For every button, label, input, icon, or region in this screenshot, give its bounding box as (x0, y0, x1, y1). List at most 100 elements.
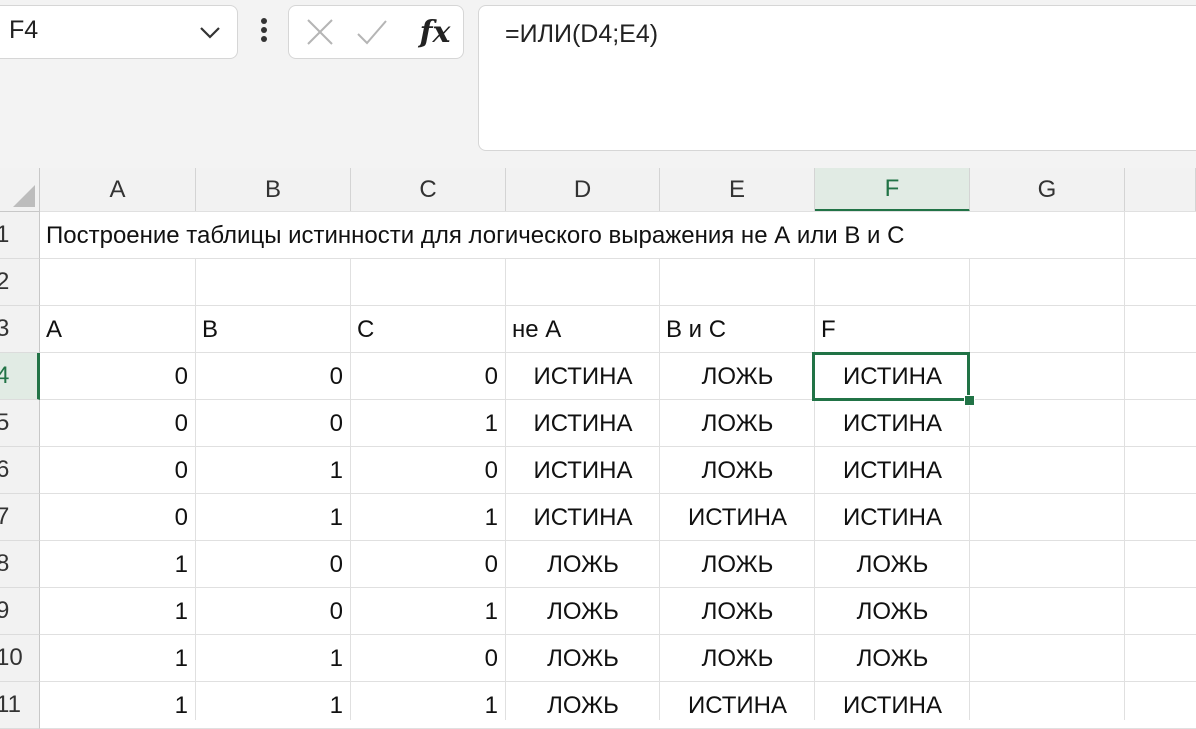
gridline-vertical (1124, 212, 1125, 720)
cell-a10[interactable]: 1 (40, 635, 196, 682)
column-header-h[interactable] (1125, 168, 1196, 212)
column-header-e[interactable]: E (660, 168, 815, 212)
column-header-c[interactable]: C (351, 168, 506, 212)
cell-c5[interactable]: 1 (351, 400, 506, 447)
x-icon[interactable] (303, 15, 337, 49)
cell-a1-title[interactable]: Построение таблицы истинности для логиче… (40, 212, 904, 259)
row-header-1[interactable]: 1 (0, 212, 40, 259)
select-all-icon (13, 185, 35, 207)
row-header-label: 9 (0, 597, 10, 624)
cell-b9[interactable]: 0 (196, 588, 351, 635)
cell-d3-header[interactable]: не A (506, 306, 660, 353)
row-header-9[interactable]: 9 (0, 588, 40, 635)
row-header-label: 3 (0, 315, 10, 342)
cell-f6[interactable]: ИСТИНА (815, 447, 970, 494)
cell-f10[interactable]: ЛОЖЬ (815, 635, 970, 682)
cell-f8[interactable]: ЛОЖЬ (815, 541, 970, 588)
row-header-label: 8 (0, 550, 10, 577)
fill-handle[interactable] (964, 395, 975, 406)
row-header-label: 7 (0, 503, 10, 530)
cell-a8[interactable]: 1 (40, 541, 196, 588)
check-icon[interactable] (355, 15, 389, 49)
cell-a3-header[interactable]: A (40, 306, 196, 353)
cell-a11[interactable]: 1 (40, 682, 196, 729)
row-header-4[interactable]: 4 (0, 353, 40, 400)
name-box[interactable]: F4 (0, 5, 238, 59)
cell-b11[interactable]: 1 (196, 682, 351, 729)
column-header-b[interactable]: B (196, 168, 351, 212)
cell-f3-header[interactable]: F (815, 306, 970, 353)
formula-input[interactable]: =ИЛИ(D4;E4) (478, 5, 1196, 151)
name-box-value: F4 (9, 16, 39, 44)
row-header-label: 10 (0, 644, 23, 671)
cell-d10[interactable]: ЛОЖЬ (506, 635, 660, 682)
cell-f5[interactable]: ИСТИНА (815, 400, 970, 447)
row-header-11[interactable]: 11 (0, 682, 40, 729)
cell-d8[interactable]: ЛОЖЬ (506, 541, 660, 588)
cell-c3-header[interactable]: C (351, 306, 506, 353)
cell-c4[interactable]: 0 (351, 353, 506, 400)
cell-a6[interactable]: 0 (40, 447, 196, 494)
cell-b10[interactable]: 1 (196, 635, 351, 682)
formula-bar-area: F4 fx =ИЛИ(D4;E4) (0, 0, 1196, 168)
cell-c9[interactable]: 1 (351, 588, 506, 635)
insert-function-button[interactable]: fx (413, 10, 457, 54)
cell-b8[interactable]: 0 (196, 541, 351, 588)
cell-b7[interactable]: 1 (196, 494, 351, 541)
cell-b6[interactable]: 1 (196, 447, 351, 494)
cell-d6[interactable]: ИСТИНА (506, 447, 660, 494)
cell-c7[interactable]: 1 (351, 494, 506, 541)
row-header-2[interactable]: 2 (0, 259, 40, 306)
cell-e8[interactable]: ЛОЖЬ (660, 541, 815, 588)
row-header-label: 1 (0, 221, 10, 248)
row-header-label: 5 (0, 409, 10, 436)
cell-e11[interactable]: ИСТИНА (660, 682, 815, 729)
formula-text: =ИЛИ(D4;E4) (505, 20, 659, 48)
row-header-3[interactable]: 3 (0, 306, 40, 353)
column-header-a[interactable]: A (40, 168, 196, 212)
column-header-f[interactable]: F (815, 168, 970, 212)
row-header-10[interactable]: 10 (0, 635, 40, 682)
cell-d7[interactable]: ИСТИНА (506, 494, 660, 541)
cell-e7[interactable]: ИСТИНА (660, 494, 815, 541)
cell-b3-header[interactable]: B (196, 306, 351, 353)
row-header-label: 6 (0, 456, 10, 483)
cell-c8[interactable]: 0 (351, 541, 506, 588)
cell-e9[interactable]: ЛОЖЬ (660, 588, 815, 635)
row-header-6[interactable]: 6 (0, 447, 40, 494)
row-header-7[interactable]: 7 (0, 494, 40, 541)
cell-e4[interactable]: ЛОЖЬ (660, 353, 815, 400)
cell-f9[interactable]: ЛОЖЬ (815, 588, 970, 635)
spreadsheet-grid[interactable]: A B C D E F G 1 2 3 4 5 6 7 8 9 10 11 Построение т… (0, 168, 1196, 729)
chevron-down-icon[interactable] (193, 16, 227, 50)
row-header-label: 4 (0, 362, 10, 389)
formula-actions: fx (288, 5, 464, 59)
cell-b4[interactable]: 0 (196, 353, 351, 400)
cell-c10[interactable]: 0 (351, 635, 506, 682)
cell-d11[interactable]: ЛОЖЬ (506, 682, 660, 729)
cell-a9[interactable]: 1 (40, 588, 196, 635)
cell-c6[interactable]: 0 (351, 447, 506, 494)
cell-d4[interactable]: ИСТИНА (506, 353, 660, 400)
cell-c11[interactable]: 1 (351, 682, 506, 729)
cell-f11[interactable]: ИСТИНА (815, 682, 970, 729)
column-header-g[interactable]: G (970, 168, 1125, 212)
cell-b5[interactable]: 0 (196, 400, 351, 447)
cell-e6[interactable]: ЛОЖЬ (660, 447, 815, 494)
row-header-8[interactable]: 8 (0, 541, 40, 588)
cell-a5[interactable]: 0 (40, 400, 196, 447)
cell-d9[interactable]: ЛОЖЬ (506, 588, 660, 635)
cell-e3-header[interactable]: B и C (660, 306, 815, 353)
active-cell-selection (812, 352, 970, 401)
cell-d5[interactable]: ИСТИНА (506, 400, 660, 447)
cell-a7[interactable]: 0 (40, 494, 196, 541)
cell-e5[interactable]: ЛОЖЬ (660, 400, 815, 447)
more-options-icon[interactable] (250, 10, 278, 50)
select-all-button[interactable] (0, 168, 40, 212)
cell-a4[interactable]: 0 (40, 353, 196, 400)
column-header-d[interactable]: D (506, 168, 660, 212)
row-header-label: 2 (0, 268, 10, 295)
row-header-5[interactable]: 5 (0, 400, 40, 447)
cell-f7[interactable]: ИСТИНА (815, 494, 970, 541)
cell-e10[interactable]: ЛОЖЬ (660, 635, 815, 682)
